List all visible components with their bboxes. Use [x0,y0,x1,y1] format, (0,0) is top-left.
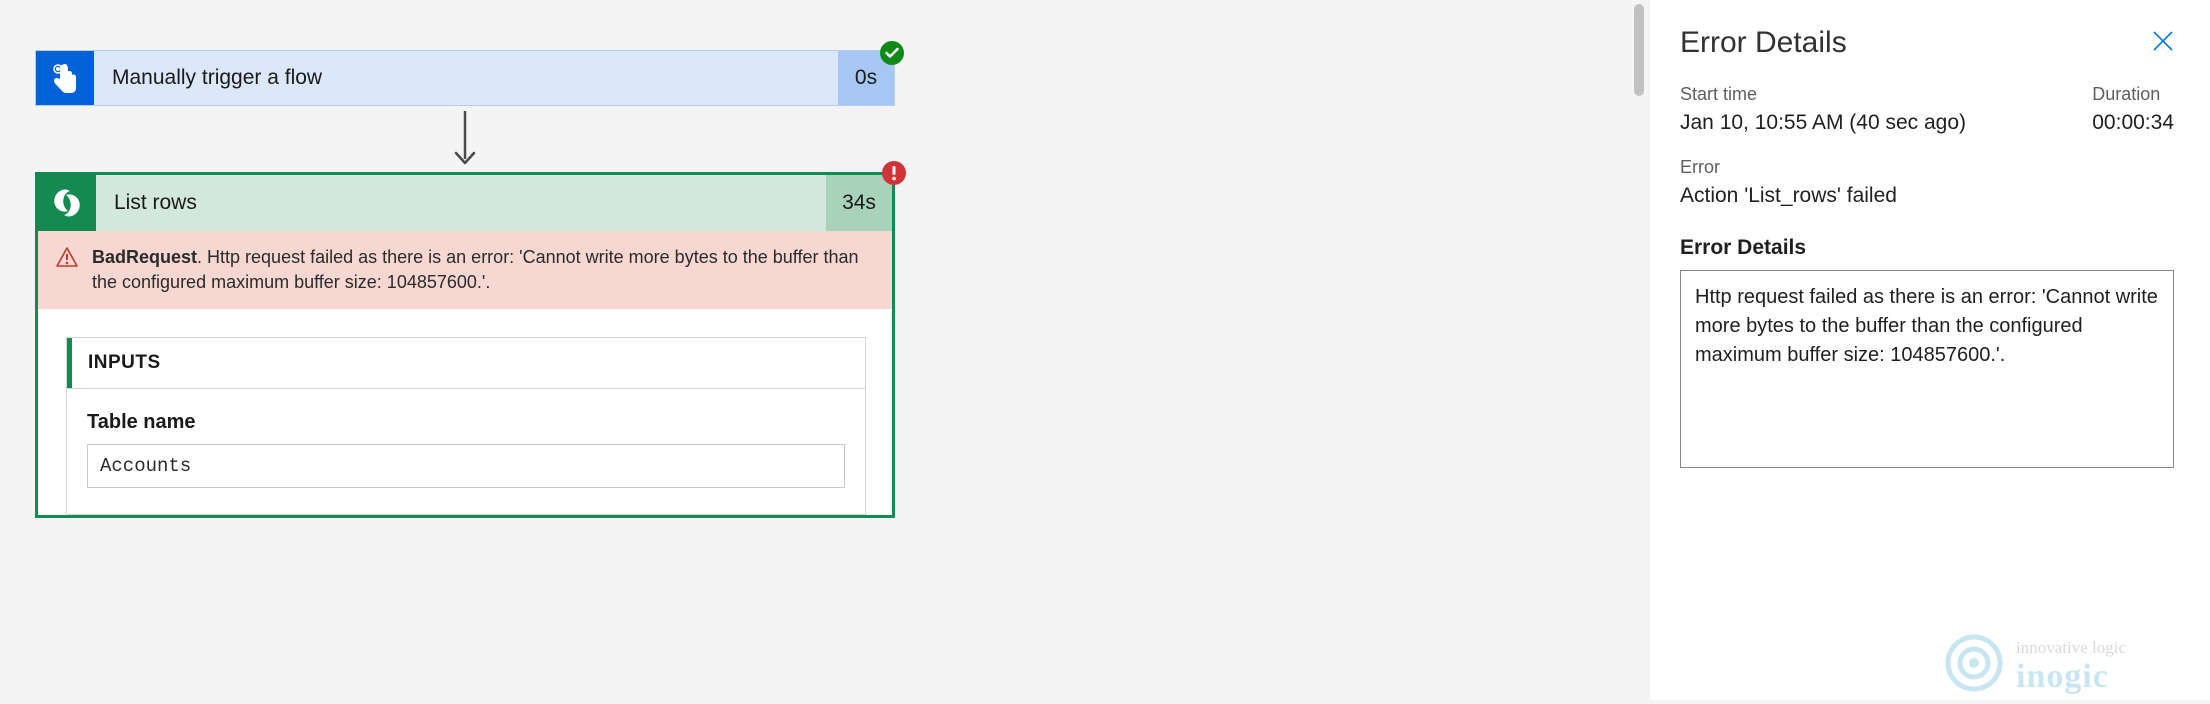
warning-icon [56,247,78,295]
flow-connector [35,106,895,172]
duration-value: 00:00:34 [2092,111,2174,135]
trigger-title: Manually trigger a flow [94,51,838,105]
check-icon [885,47,899,59]
close-icon [2152,30,2174,52]
error-details-label: Error Details [1680,236,2174,260]
start-time-value: Jan 10, 10:55 AM (40 sec ago) [1680,111,2042,135]
error-details-panel: Error Details Start time Jan 10, 10:55 A… [1650,0,2210,700]
watermark-logo: innovative logic inogic [1938,623,2188,704]
inputs-header: INPUTS [67,338,865,388]
canvas-scrollbar[interactable] [1628,0,1650,700]
action-title: List rows [96,175,826,231]
trigger-icon-box [36,51,94,105]
scrollbar-thumb[interactable] [1634,4,1644,96]
error-label: Error [1680,157,2174,178]
status-error-badge [882,161,906,185]
duration-label: Duration [2092,84,2174,105]
action-icon-box [38,175,96,231]
action-duration: 34s [826,175,892,231]
error-details-textarea[interactable]: Http request failed as there is an error… [1680,270,2174,468]
dataverse-icon [50,186,84,220]
field-label-table-name: Table name [87,411,845,434]
error-banner-text: BadRequest. Http request failed as there… [92,245,872,295]
trigger-card[interactable]: Manually trigger a flow 0s [35,50,895,106]
panel-title: Error Details [1680,26,1847,60]
error-banner-message: . Http request failed as there is an err… [92,247,858,292]
field-table-name-input[interactable] [87,444,845,488]
error-banner: BadRequest. Http request failed as there… [38,231,892,309]
inputs-panel: INPUTS Table name [66,337,866,515]
action-card[interactable]: List rows 34s BadRequest. Http request f… [35,172,895,518]
exclamation-icon [891,165,897,181]
start-time-label: Start time [1680,84,2042,105]
inputs-fields: Table name [67,388,865,514]
status-success-badge [880,41,904,65]
error-action-text: Action 'List_rows' failed [1680,184,2174,208]
error-code: BadRequest [92,247,197,267]
flow-canvas: Manually trigger a flow 0s List rows 34s [0,0,1628,700]
manual-trigger-icon [51,62,79,94]
action-header: List rows 34s [38,175,892,231]
close-button[interactable] [2152,30,2174,57]
svg-text:innovative logic: innovative logic [2016,638,2126,657]
action-body: INPUTS Table name [38,309,892,515]
svg-text:inogic: inogic [2016,658,2109,695]
